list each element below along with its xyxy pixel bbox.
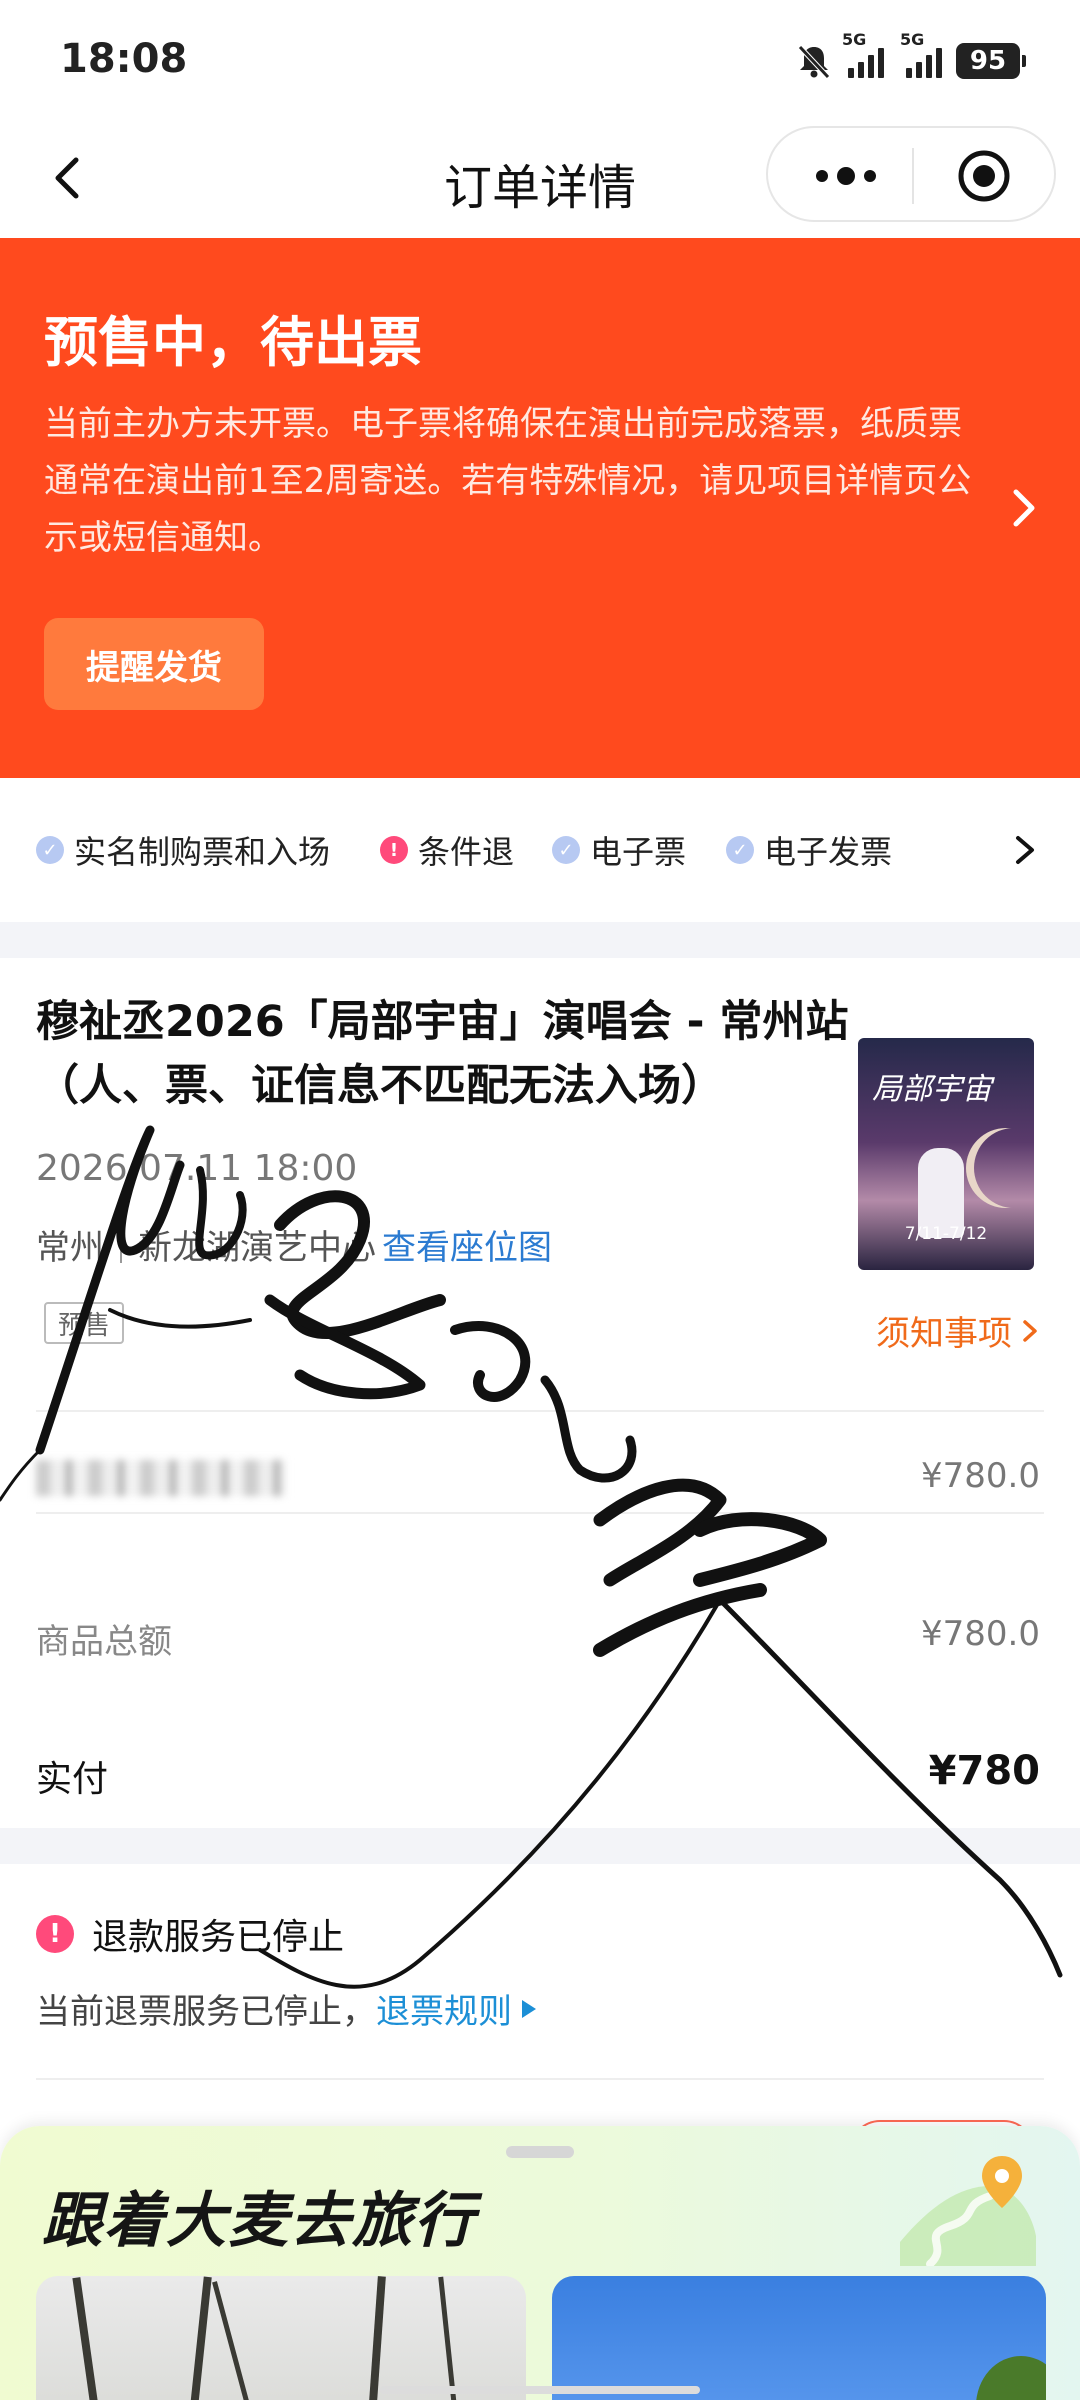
- alert-circle-icon: !: [36, 1915, 74, 1953]
- status-bar: 18:08 5G 5G 95: [0, 0, 1080, 122]
- event-title[interactable]: 穆祉丞2026「局部宇宙」演唱会 - 常州站（人、票、证信息不匹配无法入场）: [36, 990, 856, 1118]
- ticket-price: ¥780.0: [921, 1456, 1040, 1496]
- miniapp-capsule: [766, 126, 1056, 222]
- subtotal-value: ¥780.0: [921, 1614, 1040, 1654]
- poster-title: 局部宇宙: [872, 1072, 992, 1107]
- signal-icon: 5G: [842, 30, 884, 78]
- travel-photo-sky[interactable]: [552, 2276, 1046, 2400]
- remind-shipping-button[interactable]: 提醒发货: [44, 618, 264, 710]
- tag-label: 电子票: [590, 833, 687, 871]
- travel-title-text: 跟着大麦去旅行: [42, 2186, 476, 2256]
- sim2-label: 5G: [900, 30, 925, 49]
- banner-title: 预售中，待出票: [44, 311, 422, 374]
- more-dots-icon[interactable]: [806, 152, 886, 200]
- event-city: 常州: [36, 1228, 104, 1268]
- tag-label: 电子发票: [764, 833, 893, 871]
- presale-status-banner[interactable]: 预售中，待出票 当前主办方未开票。电子票将确保在演出前完成落票，纸质票通常在演出…: [0, 238, 1080, 778]
- status-time: 18:08: [60, 36, 188, 82]
- alert-circle-icon: !: [380, 836, 408, 864]
- tag-real-name: ✓ 实名制购票和入场: [36, 830, 331, 871]
- venue-name: 新龙湖演艺中心: [138, 1228, 376, 1268]
- bell-muted-icon: [798, 45, 830, 79]
- service-tags-row[interactable]: ✓ 实名制购票和入场 ! 条件退 ✓ 电子票 ✓ 电子发票: [0, 778, 1080, 922]
- signal-icon: 5G: [900, 30, 942, 78]
- photo-foliage: [976, 2356, 1046, 2400]
- banner-description: 当前主办方未开票。电子票将确保在演出前完成落票，纸质票通常在演出前1至2周寄送。…: [44, 404, 972, 558]
- status-icons: 5G 5G 95: [794, 30, 1026, 86]
- notice-label: 须知事项: [876, 1314, 1012, 1354]
- capsule-divider: [912, 148, 914, 204]
- tag-label: 条件退: [418, 833, 515, 871]
- poster-dates: 7/11-7/12: [904, 1224, 988, 1244]
- map-pin-icon: [900, 2156, 1036, 2266]
- battery-icon: 95: [956, 43, 1026, 79]
- sheet-drag-handle[interactable]: [506, 2146, 574, 2158]
- refund-heading-text: 退款服务已停止: [92, 1917, 345, 1958]
- refund-description-text: 当前退票服务已停止，: [36, 1992, 376, 2032]
- refund-heading: ! 退款服务已停止: [36, 1908, 344, 1960]
- navigation-bar: 订单详情: [0, 122, 1080, 238]
- tag-conditional-refund: ! 条件退: [380, 830, 515, 871]
- seat-map-link[interactable]: 查看座位图: [382, 1220, 552, 1269]
- check-circle-icon: ✓: [726, 836, 754, 864]
- chevron-right-icon: [1023, 1319, 1037, 1342]
- travel-photo-trees[interactable]: [36, 2276, 526, 2400]
- event-card: 穆祉丞2026「局部宇宙」演唱会 - 常州站（人、票、证信息不匹配无法入场） 2…: [0, 958, 1080, 1828]
- tag-e-invoice: ✓ 电子发票: [726, 830, 893, 871]
- refund-rules-link[interactable]: 退票规则: [376, 1984, 536, 2033]
- presale-badge: 预售: [44, 1302, 125, 1344]
- poster-moon: [974, 1128, 1034, 1208]
- travel-bottom-sheet[interactable]: 跟着大麦去旅行: [0, 2126, 1080, 2400]
- chevron-right-icon[interactable]: [1010, 828, 1040, 872]
- travel-sheet-title: 跟着大麦去旅行: [42, 2172, 486, 2259]
- check-circle-icon: ✓: [552, 836, 580, 864]
- divider: [36, 1410, 1044, 1412]
- target-icon[interactable]: [956, 148, 1012, 204]
- refund-description: 当前退票服务已停止， 退票规则: [36, 1984, 536, 2033]
- divider: [36, 1512, 1044, 1514]
- check-circle-icon: ✓: [36, 836, 64, 864]
- event-venue: 常州 新龙湖演艺中心 查看座位图: [36, 1220, 552, 1269]
- notice-link[interactable]: 须知事项: [876, 1306, 1040, 1355]
- subtotal-label: 商品总额: [36, 1622, 172, 1662]
- sim1-label: 5G: [842, 30, 867, 49]
- divider: [36, 2078, 1044, 2080]
- tag-e-ticket: ✓ 电子票: [552, 830, 687, 871]
- event-poster[interactable]: 局部宇宙 7/11-7/12: [858, 1038, 1034, 1270]
- play-triangle-icon: [522, 1999, 536, 2018]
- tag-label: 实名制购票和入场: [74, 833, 331, 871]
- venue-separator: [120, 1226, 122, 1263]
- paid-value: ¥780: [928, 1748, 1040, 1794]
- ticket-tier-name-blurred: [36, 1460, 286, 1496]
- home-indicator[interactable]: [380, 2386, 700, 2394]
- order-detail-page: 18:08 5G 5G 95 订单详情 预售中，待出票 当前主办方未开票。电子票…: [0, 0, 1080, 2400]
- paid-label: 实付: [36, 1759, 109, 1800]
- chevron-right-icon[interactable]: [1004, 478, 1044, 538]
- refund-rules-label: 退票规则: [376, 1992, 512, 2032]
- event-datetime: 2026.07.11 18:00: [36, 1148, 358, 1189]
